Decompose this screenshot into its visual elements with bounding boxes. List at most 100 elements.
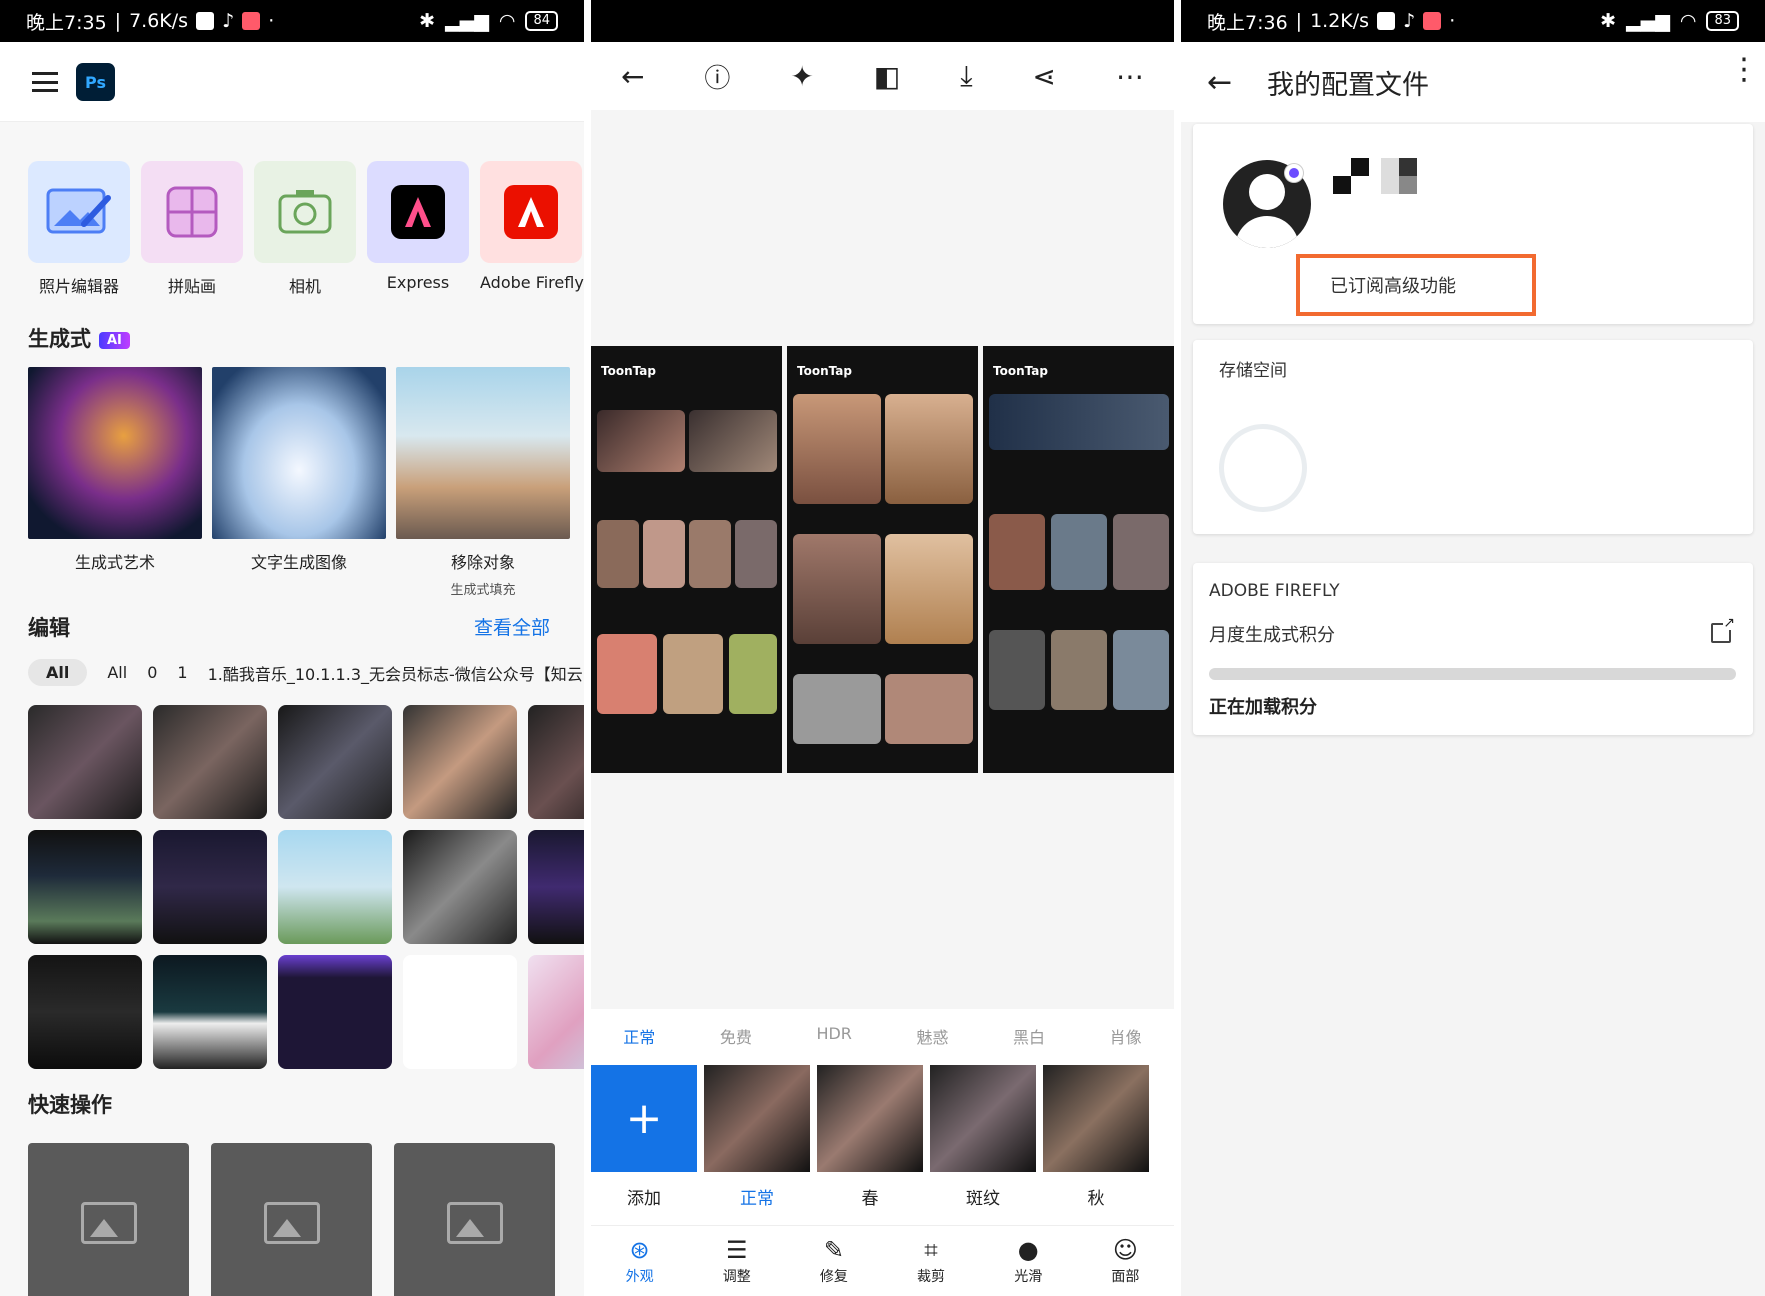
image-placeholder-icon xyxy=(80,1202,137,1244)
status-time: 晚上7:36 xyxy=(1207,11,1288,34)
edit-thumbnail[interactable] xyxy=(403,955,517,1069)
generative-art-image xyxy=(28,367,202,539)
nav-looks[interactable]: ⊛ 外观 xyxy=(605,1236,675,1286)
edit-thumbnail[interactable] xyxy=(153,705,267,819)
edit-thumbnail[interactable] xyxy=(528,830,584,944)
gen-card-art[interactable]: 生成式艺术 xyxy=(28,367,202,598)
preset-thumbnail[interactable] xyxy=(930,1065,1036,1172)
edit-thumbnail[interactable] xyxy=(528,955,584,1069)
download-icon[interactable]: ⤓ xyxy=(960,59,972,93)
app-firefly[interactable]: Adobe Firefly xyxy=(480,161,584,297)
camera-icon xyxy=(254,161,356,263)
preset-thumbnail[interactable] xyxy=(1043,1065,1149,1172)
quick-action-tile[interactable] xyxy=(394,1143,555,1296)
fx-tab[interactable]: HDR xyxy=(816,1024,851,1048)
share-icon[interactable]: ⋖ xyxy=(1033,60,1056,93)
add-preset-button[interactable]: + xyxy=(591,1065,697,1172)
fx-tab[interactable]: 正常 xyxy=(623,1024,655,1048)
monthly-credits-link[interactable]: 月度生成式积分 xyxy=(1209,621,1335,647)
magic-wand-icon[interactable]: ✦ xyxy=(790,60,813,93)
remove-object-image xyxy=(396,367,570,539)
profile-card: 已订阅高级功能 xyxy=(1193,124,1753,324)
edit-thumbnail[interactable] xyxy=(278,830,392,944)
edit-thumbnail[interactable] xyxy=(278,955,392,1069)
back-arrow-icon[interactable]: ← xyxy=(1207,65,1267,100)
compare-icon[interactable]: ◧ xyxy=(874,60,900,93)
app-collage[interactable]: 拼贴画 xyxy=(141,161,243,297)
menu-icon[interactable] xyxy=(32,72,58,92)
preset-thumbnail[interactable] xyxy=(704,1065,810,1172)
help-icon[interactable]: ⓘ xyxy=(704,58,730,95)
bluetooth-icon: ✱ xyxy=(419,10,436,32)
generative-cards: 生成式艺术 文字生成图像 移除对象 生成式填充 xyxy=(28,367,570,598)
adjust-icon: ☰ xyxy=(725,1236,748,1264)
signal-icon: ▂▄▆ xyxy=(1626,10,1670,32)
more-options-icon[interactable]: ⋮ xyxy=(1729,55,1759,85)
fx-tab[interactable]: 黑白 xyxy=(1013,1024,1045,1048)
nav-smooth[interactable]: ● 光滑 xyxy=(993,1236,1063,1286)
filter-chip[interactable]: All xyxy=(107,663,127,682)
editor-toolbar: ← ⓘ ✦ ◧ ⤓ ⋖ ⋯ xyxy=(591,42,1174,110)
collage-icon xyxy=(141,161,243,263)
see-all-link[interactable]: 查看全部 xyxy=(474,613,550,640)
smooth-icon: ● xyxy=(1017,1236,1039,1264)
quick-action-tile[interactable] xyxy=(211,1143,372,1296)
nav-crop[interactable]: ⌗ 裁剪 xyxy=(896,1236,966,1286)
notification-icon xyxy=(196,12,215,30)
firefly-title: ADOBE FIREFLY xyxy=(1209,581,1340,601)
preset-thumbnail[interactable] xyxy=(817,1065,923,1172)
gen-card-remove-object[interactable]: 移除对象 生成式填充 xyxy=(396,367,570,598)
fx-tab[interactable]: 魅惑 xyxy=(916,1024,948,1048)
nav-adjust[interactable]: ☰ 调整 xyxy=(702,1236,772,1286)
edit-thumbnail[interactable] xyxy=(403,705,517,819)
edit-thumbnail[interactable] xyxy=(28,830,142,944)
external-link-icon[interactable] xyxy=(1711,616,1735,643)
app-label: 照片编辑器 xyxy=(38,277,119,296)
filter-chip[interactable]: 0 xyxy=(147,663,157,682)
back-arrow-icon[interactable]: ← xyxy=(621,60,644,93)
photoshop-logo: Ps xyxy=(76,63,115,101)
fx-tab[interactable]: 免费 xyxy=(720,1024,752,1048)
edit-thumbnail[interactable] xyxy=(403,830,517,944)
edit-thumbnail[interactable] xyxy=(528,705,584,819)
edit-thumbnail[interactable] xyxy=(278,705,392,819)
edit-thumbnail[interactable] xyxy=(153,955,267,1069)
filter-chip[interactable]: All xyxy=(28,659,88,686)
quick-actions xyxy=(28,1143,555,1296)
status-bar: 晚上7:35 | 7.6K/s ♪ · ✱ ▂▄▆ ◠ 84 xyxy=(0,0,584,42)
app-camera[interactable]: 相机 xyxy=(254,161,356,297)
subscribed-premium-button[interactable]: 已订阅高级功能 xyxy=(1296,254,1536,316)
app-express[interactable]: Express xyxy=(367,161,469,297)
preset-label: 正常 xyxy=(740,1189,774,1209)
profile-panel: 晚上7:36 | 1.2K/s ♪ · ✱ ▂▄▆ ◠ 83 ← 我的配置文件 … xyxy=(1181,0,1765,1296)
app-photo-editor[interactable]: 照片编辑器 xyxy=(28,161,130,297)
edit-thumbnail[interactable] xyxy=(153,830,267,944)
nav-face[interactable]: ☺ 面部 xyxy=(1090,1236,1160,1286)
gen-card-text-to-image[interactable]: 文字生成图像 xyxy=(212,367,386,598)
battery-icon: 84 xyxy=(525,11,558,31)
fx-tab[interactable]: 肖像 xyxy=(1110,1024,1142,1048)
photo-editor-icon xyxy=(28,161,130,263)
preset-label: 斑纹 xyxy=(966,1189,1000,1209)
ai-badge: AI xyxy=(99,331,130,349)
filter-chips: All All 0 1 1.酷我音乐_10.1.1.3_无会员标志-微信公众号【… xyxy=(28,659,583,686)
filter-chip[interactable]: 1.酷我音乐_10.1.1.3_无会员标志-微信公众号【知云 xyxy=(208,661,583,685)
face-icon: ☺ xyxy=(1112,1236,1138,1264)
battery-icon: 83 xyxy=(1706,11,1739,31)
edit-thumbnail[interactable] xyxy=(28,955,142,1069)
effect-category-tabs: 正常 免费 HDR 魅惑 黑白 肖像 xyxy=(591,1024,1174,1048)
credits-loading-text: 正在加载积分 xyxy=(1209,697,1317,718)
nav-heal[interactable]: ✎ 修复 xyxy=(799,1236,869,1286)
profile-header: ← 我的配置文件 ⋮ xyxy=(1181,42,1765,122)
canvas-screenshot: ToonTap xyxy=(983,346,1174,773)
more-icon[interactable]: ⋯ xyxy=(1116,60,1144,93)
quick-actions-title: 快速操作 xyxy=(28,1093,112,1117)
app-label: Express xyxy=(386,273,450,292)
page-title: 我的配置文件 xyxy=(1267,69,1429,101)
shot-brand: ToonTap xyxy=(993,364,1048,378)
filter-chip[interactable]: 1 xyxy=(177,663,187,682)
wifi-icon: ◠ xyxy=(498,10,516,32)
status-bar: 晚上7:36 | 1.2K/s ♪ · ✱ ▂▄▆ ◠ 83 xyxy=(1181,0,1765,42)
edit-thumbnail[interactable] xyxy=(28,705,142,819)
quick-action-tile[interactable] xyxy=(28,1143,189,1296)
